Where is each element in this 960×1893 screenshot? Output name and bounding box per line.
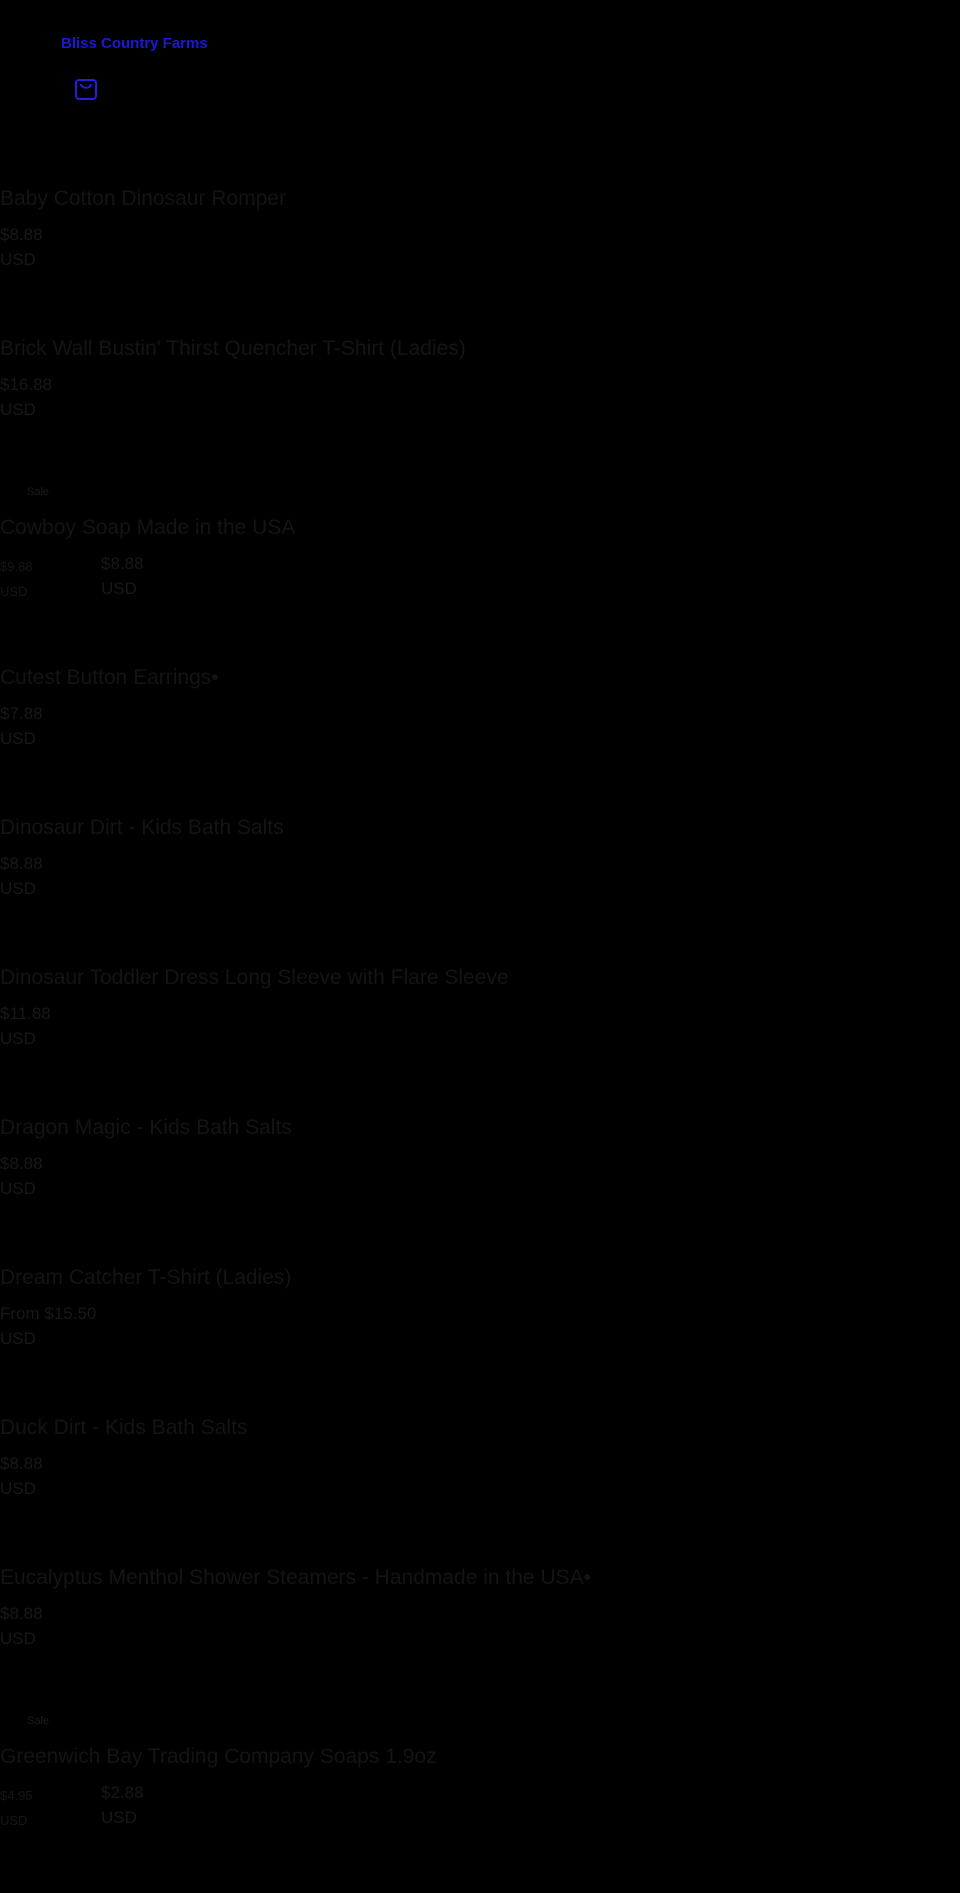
- product-card: Dinosaur Toddler Dress Long Sleeve with …: [0, 964, 960, 1114]
- product-card: Dream Catcher T-Shirt (Ladies) From $15.…: [0, 1264, 960, 1414]
- compare-at-price: $4.95 USD: [0, 1783, 33, 1833]
- product-card: Dragon Magic - Kids Bath Salts $8.88 USD: [0, 1114, 960, 1264]
- price-amount: $8.88: [0, 1604, 43, 1623]
- price-amount: $8.88: [0, 854, 43, 873]
- price-amount: $8.88: [0, 225, 43, 244]
- price-amount: $8.88: [0, 1154, 43, 1173]
- price-currency: USD: [0, 1329, 36, 1348]
- compare-price-amount: $9.88: [0, 559, 33, 574]
- sale-badge: Sale: [27, 486, 50, 498]
- price-currency: USD: [0, 400, 36, 419]
- price-amount: From $15.50: [0, 1304, 97, 1323]
- product-price: From $15.50 USD: [0, 1301, 96, 1351]
- product-title-link[interactable]: Dream Catcher T-Shirt (Ladies): [0, 1266, 291, 1290]
- product-price: $8.88 USD: [0, 1451, 43, 1501]
- product-card: Baby Cotton Dinosaur Romper $8.88 USD: [0, 185, 960, 335]
- price-amount: $11.88: [0, 1004, 51, 1023]
- product-title-link[interactable]: Dinosaur Toddler Dress Long Sleeve with …: [0, 966, 509, 990]
- product-title-link[interactable]: Cowboy Soap Made in the USA: [0, 516, 295, 540]
- product-card: Cutest Button Earrings• $7.88 USD: [0, 664, 960, 814]
- sale-price: $8.88 USD: [101, 551, 144, 601]
- compare-at-price: $9.88 USD: [0, 554, 33, 604]
- price-currency: USD: [0, 879, 36, 898]
- sale-badge: Sale: [27, 1715, 50, 1727]
- price-amount: $8.88: [0, 1454, 43, 1473]
- price-currency: USD: [0, 1479, 36, 1498]
- product-list: Baby Cotton Dinosaur Romper $8.88 USD Br…: [0, 185, 960, 1893]
- sale-price-amount: $2.88: [101, 1783, 144, 1802]
- price-currency: USD: [0, 1629, 36, 1648]
- price-currency: USD: [0, 729, 36, 748]
- product-price: $8.88 USD: [0, 222, 43, 272]
- sale-price: $2.88 USD: [101, 1780, 144, 1830]
- product-price: $8.88 USD: [0, 851, 43, 901]
- compare-price-currency: USD: [0, 1813, 28, 1828]
- product-title-link[interactable]: Duck Dirt - Kids Bath Salts: [0, 1416, 247, 1440]
- product-card: Sale Cowboy Soap Made in the USA $9.88 U…: [0, 485, 960, 664]
- price-currency: USD: [0, 250, 36, 269]
- product-title-link[interactable]: Cutest Button Earrings•: [0, 666, 219, 690]
- compare-price-currency: USD: [0, 584, 28, 599]
- product-title-link[interactable]: Dragon Magic - Kids Bath Salts: [0, 1116, 292, 1140]
- price-amount: $7.88: [0, 704, 43, 723]
- compare-price-amount: $4.95: [0, 1788, 33, 1803]
- product-card: Sale Greenwich Bay Trading Company Soaps…: [0, 1714, 960, 1893]
- price-currency: USD: [0, 1179, 36, 1198]
- cart-button[interactable]: [74, 75, 98, 101]
- product-card: Eucalyptus Menthol Shower Steamers - Han…: [0, 1564, 960, 1714]
- sale-price-amount: $8.88: [101, 554, 144, 573]
- store-logo-link[interactable]: Bliss Country Farms: [61, 35, 208, 52]
- product-price: $7.88 USD: [0, 701, 43, 751]
- product-price: $16.88 USD: [0, 372, 52, 422]
- product-card: Dinosaur Dirt - Kids Bath Salts $8.88 US…: [0, 814, 960, 964]
- price-currency: USD: [0, 1029, 36, 1048]
- product-title-link[interactable]: Dinosaur Dirt - Kids Bath Salts: [0, 816, 284, 840]
- product-title-link[interactable]: Brick Wall Bustin' Thirst Quencher T-Shi…: [0, 337, 466, 361]
- product-title-link[interactable]: Baby Cotton Dinosaur Romper: [0, 187, 286, 211]
- product-card: Brick Wall Bustin' Thirst Quencher T-Shi…: [0, 335, 960, 485]
- site-header: Bliss Country Farms: [0, 0, 960, 120]
- shopping-bag-icon: [75, 79, 97, 100]
- product-price: $11.88 USD: [0, 1001, 51, 1051]
- sale-price-currency: USD: [101, 1808, 137, 1827]
- product-card: Duck Dirt - Kids Bath Salts $8.88 USD: [0, 1414, 960, 1564]
- sale-price-currency: USD: [101, 579, 137, 598]
- product-title-link[interactable]: Greenwich Bay Trading Company Soaps 1.9o…: [0, 1745, 437, 1769]
- product-title-link[interactable]: Eucalyptus Menthol Shower Steamers - Han…: [0, 1566, 591, 1590]
- price-amount: $16.88: [0, 375, 52, 394]
- product-price: $8.88 USD: [0, 1151, 43, 1201]
- product-price: $8.88 USD: [0, 1601, 43, 1651]
